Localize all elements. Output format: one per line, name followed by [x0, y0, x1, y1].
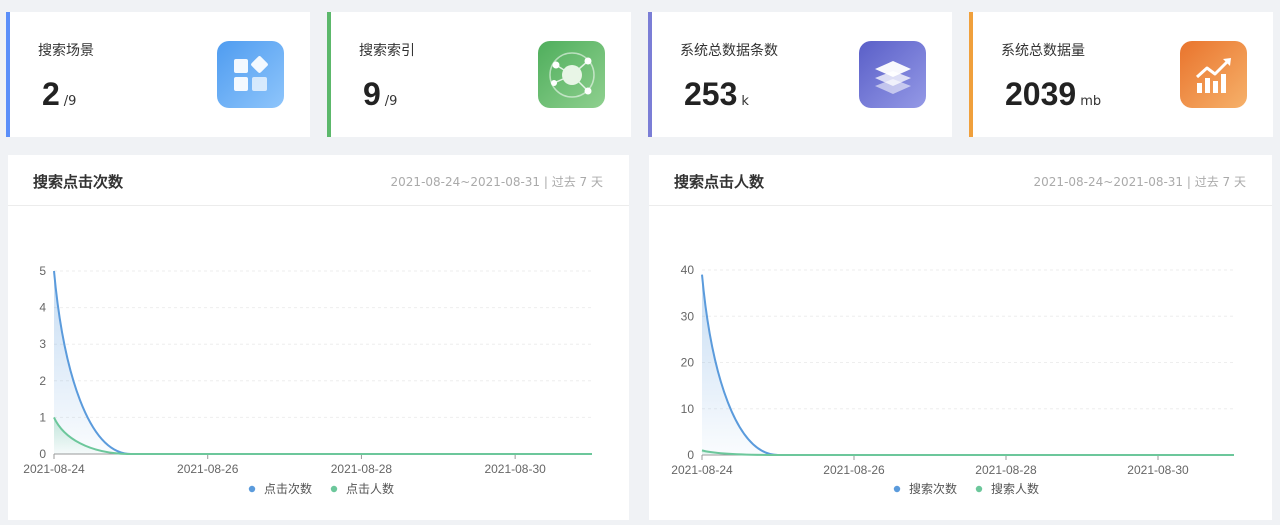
x-tick-label: 2021-08-24 — [671, 463, 733, 477]
y-tick-label: 30 — [681, 309, 695, 323]
stat-value: 9 — [363, 76, 381, 112]
stat-value: 2039 — [1005, 76, 1077, 112]
series-area — [54, 417, 592, 454]
stat-value: 253 — [684, 76, 738, 112]
legend-label[interactable]: 点击人数 — [346, 481, 394, 496]
x-tick-label: 2021-08-30 — [1127, 463, 1189, 477]
series-line — [701, 274, 1234, 456]
chart-title: 搜索点击人数 — [674, 173, 765, 191]
stat-unit: k — [741, 94, 749, 109]
x-tick-label: 2021-08-26 — [177, 462, 239, 476]
legend-marker[interactable] — [248, 485, 256, 493]
legend-label[interactable]: 搜索次数 — [909, 481, 957, 496]
chart-card-users: 搜索点击人数 2021-08-24~2021-08-31 | 过去 7 天 0 1… — [649, 155, 1272, 520]
stat-card-total-records: 系统总数据条数 253 k — [648, 12, 952, 137]
y-tick-label: 3 — [39, 337, 46, 351]
sphere-network-icon — [538, 41, 605, 108]
date-range-label: 2021-08-24~2021-08-31 | 过去 7 天 — [1033, 175, 1246, 189]
x-tick-label: 2021-08-30 — [484, 462, 546, 476]
x-tick-label: 2021-08-26 — [823, 463, 885, 477]
x-tick-label: 2021-08-28 — [331, 462, 393, 476]
legend-marker[interactable] — [330, 485, 338, 493]
chart-card-clicks: 搜索点击次数 2021-08-24~2021-08-31 | 过去 7 天 0 1… — [8, 155, 629, 520]
trend-chart-icon — [1180, 41, 1247, 108]
chart-legend: 搜索次数 搜索人数 — [893, 481, 1039, 496]
series-line — [53, 416, 592, 455]
legend-marker[interactable] — [893, 485, 901, 493]
y-tick-label: 20 — [681, 356, 695, 370]
y-tick-label: 0 — [687, 448, 694, 462]
y-tick-label: 10 — [681, 402, 695, 416]
series-line — [53, 270, 592, 455]
date-range-label: 2021-08-24~2021-08-31 | 过去 7 天 — [390, 175, 603, 189]
series-area — [702, 274, 1234, 455]
stat-title: 搜索场景 — [38, 43, 94, 59]
y-tick-label: 1 — [39, 410, 46, 424]
line-chart-clicks: 0 1 2 3 4 5 2021-08-24 2021-08-26 2021-08-28 2021… — [23, 264, 592, 496]
series-area — [54, 271, 592, 454]
line-chart-users: 0 10 20 30 40 2021-08-24 2021-08-26 2021-08-28 2… — [671, 263, 1234, 496]
y-tick-label: 5 — [39, 264, 46, 278]
stat-card-total-size: 系统总数据量 2039 mb — [969, 12, 1273, 137]
legend-label[interactable]: 点击次数 — [264, 481, 312, 496]
stat-card-indexes: 搜索索引 9/9 — [327, 12, 631, 137]
stat-title: 系统总数据条数 — [680, 43, 778, 59]
legend-label[interactable]: 搜索人数 — [991, 481, 1039, 496]
chart-legend: 点击次数 点击人数 — [248, 481, 394, 496]
y-tick-label: 4 — [39, 301, 46, 315]
series-line — [701, 449, 1234, 456]
layers-icon — [859, 41, 926, 108]
stat-title: 系统总数据量 — [1001, 43, 1085, 59]
stat-unit: /9 — [63, 94, 77, 109]
y-tick-label: 0 — [39, 447, 46, 461]
stat-unit: /9 — [384, 94, 398, 109]
stat-unit: mb — [1080, 94, 1102, 109]
chart-title: 搜索点击次数 — [33, 173, 124, 191]
x-tick-label: 2021-08-28 — [975, 463, 1037, 477]
y-tick-label: 2 — [39, 374, 46, 388]
stat-value: 2 — [42, 76, 60, 112]
legend-marker[interactable] — [975, 485, 983, 493]
x-tick-label: 2021-08-24 — [23, 462, 85, 476]
stat-title: 搜索索引 — [359, 43, 415, 59]
y-tick-label: 40 — [681, 263, 695, 277]
apps-icon — [217, 41, 284, 108]
stat-card-scenes: 搜索场景 2/9 — [6, 12, 310, 137]
